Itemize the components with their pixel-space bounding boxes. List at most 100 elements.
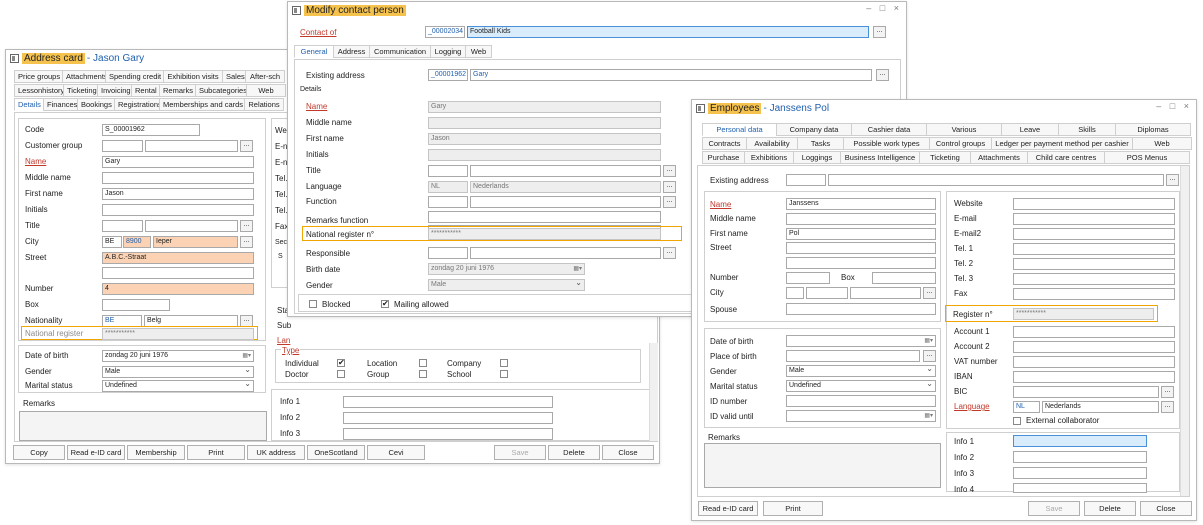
tab-finances[interactable]: Finances: [43, 98, 78, 111]
first-name-field[interactable]: Jason: [102, 188, 254, 200]
existing-address-code-field[interactable]: _00001962: [428, 69, 468, 81]
delete-button[interactable]: Delete: [548, 445, 600, 460]
tab-logging[interactable]: Logging: [430, 45, 466, 58]
tab-contracts[interactable]: Contracts: [702, 137, 747, 150]
tab-tasks[interactable]: Tasks: [797, 137, 844, 150]
cevi-button[interactable]: Cevi: [367, 445, 425, 460]
vat-number-field[interactable]: [1013, 356, 1175, 368]
tab-web[interactable]: Web: [246, 84, 286, 97]
name-field[interactable]: Janssens: [786, 198, 936, 210]
street-line2-field[interactable]: [786, 257, 936, 269]
account2-field[interactable]: [1013, 341, 1175, 353]
type-location-checkbox[interactable]: [419, 359, 427, 367]
contact-of-code-field[interactable]: _00002034: [425, 26, 465, 38]
gender-select[interactable]: Male: [786, 365, 936, 377]
window-controls[interactable]: – □ ×: [1156, 101, 1192, 111]
tab-rental[interactable]: Rental: [131, 84, 160, 97]
info2-field[interactable]: [343, 412, 553, 424]
language-lookup-button[interactable]: ...: [1161, 401, 1174, 413]
function-code-field[interactable]: [428, 196, 468, 208]
tel1-field[interactable]: [1013, 243, 1175, 255]
box-field[interactable]: [872, 272, 936, 284]
tab-remarks[interactable]: Remarks: [159, 84, 196, 97]
window-controls[interactable]: – □ ×: [866, 3, 902, 13]
tab-attachments[interactable]: Attachments: [62, 70, 106, 83]
type-school-checkbox[interactable]: [500, 370, 508, 378]
tab-various[interactable]: Various: [926, 123, 1002, 136]
name-field[interactable]: Gary: [102, 156, 254, 168]
bic-field[interactable]: [1013, 386, 1159, 398]
tab-details[interactable]: Details: [14, 98, 44, 111]
copy-button[interactable]: Copy: [13, 445, 65, 460]
tab-loggings[interactable]: Loggings: [793, 151, 841, 164]
close-button[interactable]: Close: [1140, 501, 1192, 516]
read-eid-button[interactable]: Read e-ID card: [698, 501, 758, 516]
delete-button[interactable]: Delete: [1084, 501, 1136, 516]
bic-lookup-button[interactable]: ...: [1161, 386, 1174, 398]
email2-field[interactable]: [1013, 228, 1175, 240]
id-valid-until-field[interactable]: [786, 410, 936, 422]
existing-address-code-field[interactable]: [786, 174, 826, 186]
account1-field[interactable]: [1013, 326, 1175, 338]
street-field[interactable]: A.B.C.-Straat: [102, 252, 254, 264]
save-button[interactable]: Save: [1028, 501, 1080, 516]
blocked-checkbox[interactable]: [309, 300, 317, 308]
street-line2-field[interactable]: [102, 267, 254, 279]
tab-skills[interactable]: Skills: [1058, 123, 1116, 136]
remarks-textarea[interactable]: [704, 443, 941, 488]
fax-field[interactable]: [1013, 288, 1175, 300]
spouse-field[interactable]: [786, 303, 936, 315]
language-code-field[interactable]: NL: [1013, 401, 1040, 413]
contact-of-lookup-button[interactable]: ...: [873, 26, 886, 38]
tab-leave[interactable]: Leave: [1001, 123, 1059, 136]
tab-general[interactable]: General: [294, 45, 334, 58]
function-lookup-button[interactable]: ...: [663, 196, 676, 208]
middle-name-field[interactable]: [786, 213, 936, 225]
tab-memberships-cards[interactable]: Memberships and cards: [159, 98, 245, 111]
tab-personal-data[interactable]: Personal data: [702, 123, 777, 136]
city-country-field[interactable]: BE: [102, 236, 122, 248]
print-button[interactable]: Print: [763, 501, 823, 516]
city-zip-field[interactable]: 8900: [123, 236, 151, 248]
initials-field[interactable]: [102, 204, 254, 216]
tab-exhibition-visits[interactable]: Exhibition visits: [163, 70, 223, 83]
membership-button[interactable]: Membership: [127, 445, 185, 460]
tab-pos-menus[interactable]: POS Menus: [1104, 151, 1190, 164]
tab-invoicing[interactable]: Invoicing: [97, 84, 132, 97]
info3-field[interactable]: [1013, 467, 1147, 479]
details-scrollbar[interactable]: [649, 343, 658, 441]
tab-communication[interactable]: Communication: [369, 45, 431, 58]
city-lookup-button[interactable]: ...: [923, 287, 936, 299]
tab-web[interactable]: Web: [1132, 137, 1192, 150]
function-line2-field[interactable]: [428, 211, 661, 223]
customer-group-lookup-button[interactable]: ...: [240, 140, 253, 152]
tab-child-care-centres[interactable]: Child care centres: [1027, 151, 1105, 164]
website-field[interactable]: [1013, 198, 1175, 210]
tab-attachments[interactable]: Attachments: [970, 151, 1028, 164]
title-lookup-button[interactable]: ...: [663, 165, 676, 177]
city-lookup-button[interactable]: ...: [240, 236, 253, 248]
code-field[interactable]: S_00001962: [102, 124, 200, 136]
info2-field[interactable]: [1013, 451, 1147, 463]
info3-field[interactable]: [343, 428, 553, 440]
tab-registrations[interactable]: Registrations: [114, 98, 160, 111]
tel3-field[interactable]: [1013, 273, 1175, 285]
print-button[interactable]: Print: [187, 445, 245, 460]
type-company-checkbox[interactable]: [500, 359, 508, 367]
customer-group-name-field[interactable]: [145, 140, 238, 152]
customer-group-code-field[interactable]: [102, 140, 143, 152]
title-lookup-button[interactable]: ...: [240, 220, 253, 232]
tab-company-data[interactable]: Company data: [776, 123, 852, 136]
existing-address-name-field[interactable]: Gary: [470, 69, 872, 81]
tab-lessonhistory[interactable]: Lessonhistory: [14, 84, 64, 97]
marital-status-select[interactable]: Undefined: [786, 380, 936, 392]
tab-control-groups[interactable]: Control groups: [929, 137, 992, 150]
info1-field[interactable]: [343, 396, 553, 408]
responsible-lookup-button[interactable]: ...: [663, 247, 676, 259]
tab-ledger-per-payment[interactable]: Ledger per payment method per cashier: [991, 137, 1133, 150]
title-code-field[interactable]: [428, 165, 468, 177]
tab-ticketing[interactable]: Ticketing: [63, 84, 98, 97]
external-collaborator-checkbox[interactable]: [1013, 417, 1021, 425]
place-of-birth-field[interactable]: [786, 350, 920, 362]
mailing-allowed-checkbox[interactable]: ✔: [381, 300, 389, 308]
